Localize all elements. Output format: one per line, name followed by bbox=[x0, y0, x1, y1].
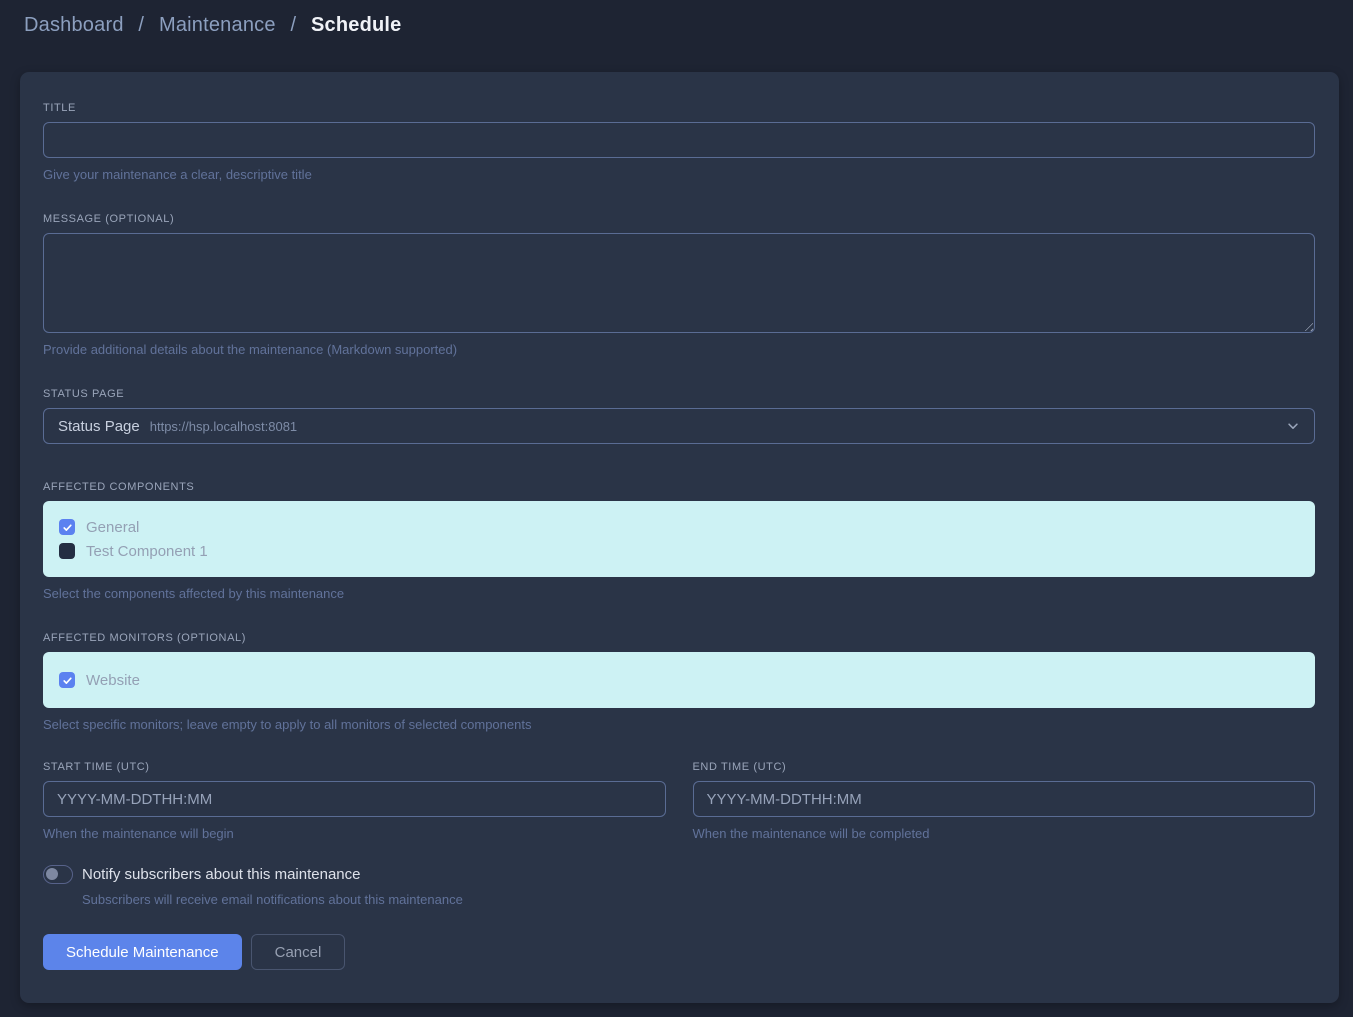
status-page-group: STATUS PAGE Status Page https://hsp.loca… bbox=[43, 388, 1315, 444]
notify-helper: Subscribers will receive email notificat… bbox=[82, 892, 1315, 907]
topbar: Dashboard / Maintenance / Schedule bbox=[0, 0, 1353, 50]
component-label-general: General bbox=[86, 519, 139, 536]
title-label: TITLE bbox=[43, 102, 1315, 114]
breadcrumb: Dashboard / Maintenance / Schedule bbox=[24, 14, 402, 37]
schedule-maintenance-button[interactable]: Schedule Maintenance bbox=[43, 934, 242, 970]
chevron-down-icon bbox=[1286, 419, 1300, 433]
status-page-label: STATUS PAGE bbox=[43, 388, 1315, 400]
end-time-label: END TIME (UTC) bbox=[693, 761, 1316, 773]
breadcrumb-separator: / bbox=[138, 14, 144, 36]
monitor-label-website: Website bbox=[86, 672, 140, 689]
start-time-input[interactable] bbox=[43, 781, 666, 817]
affected-monitors-helper: Select specific monitors; leave empty to… bbox=[43, 717, 1315, 732]
breadcrumb-separator: / bbox=[290, 14, 296, 36]
affected-monitors-group: AFFECTED MONITORS (OPTIONAL) Website Sel… bbox=[43, 632, 1315, 732]
checkbox-general[interactable] bbox=[59, 519, 75, 535]
component-row-test-component-1[interactable]: Test Component 1 bbox=[59, 539, 1299, 563]
breadcrumb-maintenance[interactable]: Maintenance bbox=[159, 14, 276, 36]
checkbox-website[interactable] bbox=[59, 672, 75, 688]
status-page-selected-name: Status Page bbox=[58, 418, 140, 435]
title-input[interactable] bbox=[43, 122, 1315, 158]
end-time-input[interactable] bbox=[693, 781, 1316, 817]
component-row-general[interactable]: General bbox=[59, 515, 1299, 539]
affected-components-helper: Select the components affected by this m… bbox=[43, 586, 1315, 601]
notify-group: Notify subscribers about this maintenanc… bbox=[43, 865, 1315, 907]
time-grid: START TIME (UTC) When the maintenance wi… bbox=[43, 761, 1315, 841]
breadcrumb-schedule: Schedule bbox=[311, 14, 402, 36]
message-helper: Provide additional details about the mai… bbox=[43, 342, 1315, 357]
message-group: MESSAGE (OPTIONAL) Provide additional de… bbox=[43, 213, 1315, 357]
status-page-selected-url: https://hsp.localhost:8081 bbox=[150, 419, 297, 434]
notify-label: Notify subscribers about this maintenanc… bbox=[82, 866, 360, 883]
title-group: TITLE Give your maintenance a clear, des… bbox=[43, 102, 1315, 182]
affected-components-box: General Test Component 1 bbox=[43, 501, 1315, 577]
checkmark-icon bbox=[62, 522, 73, 533]
end-time-group: END TIME (UTC) When the maintenance will… bbox=[693, 761, 1316, 841]
schedule-maintenance-card: TITLE Give your maintenance a clear, des… bbox=[20, 72, 1339, 1003]
form-actions: Schedule Maintenance Cancel bbox=[43, 934, 1315, 970]
affected-monitors-box: Website bbox=[43, 652, 1315, 708]
cancel-button[interactable]: Cancel bbox=[251, 934, 346, 970]
message-label: MESSAGE (OPTIONAL) bbox=[43, 213, 1315, 225]
start-time-label: START TIME (UTC) bbox=[43, 761, 666, 773]
start-time-helper: When the maintenance will begin bbox=[43, 826, 666, 841]
affected-components-group: AFFECTED COMPONENTS General Test Compone… bbox=[43, 481, 1315, 601]
breadcrumb-dashboard[interactable]: Dashboard bbox=[24, 14, 124, 36]
title-helper: Give your maintenance a clear, descripti… bbox=[43, 167, 1315, 182]
affected-components-label: AFFECTED COMPONENTS bbox=[43, 481, 1315, 493]
component-label-test-component-1: Test Component 1 bbox=[86, 543, 208, 560]
checkbox-test-component-1[interactable] bbox=[59, 543, 75, 559]
message-textarea[interactable] bbox=[43, 233, 1315, 333]
end-time-helper: When the maintenance will be completed bbox=[693, 826, 1316, 841]
status-page-select[interactable]: Status Page https://hsp.localhost:8081 bbox=[43, 408, 1315, 444]
affected-monitors-label: AFFECTED MONITORS (OPTIONAL) bbox=[43, 632, 1315, 644]
toggle-knob bbox=[46, 868, 58, 880]
monitor-row-website[interactable]: Website bbox=[59, 668, 1299, 692]
checkmark-icon bbox=[62, 675, 73, 686]
start-time-group: START TIME (UTC) When the maintenance wi… bbox=[43, 761, 666, 841]
notify-toggle[interactable] bbox=[43, 865, 73, 884]
